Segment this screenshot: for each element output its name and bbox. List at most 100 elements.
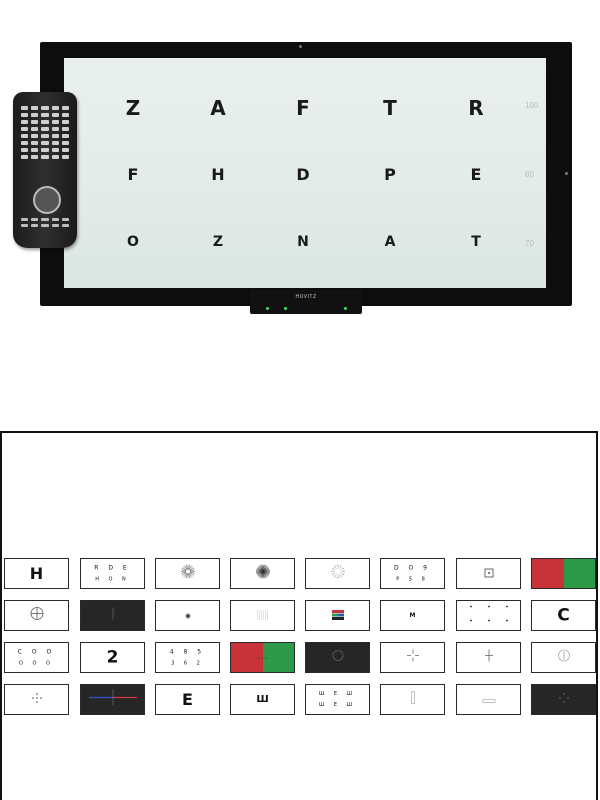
remote-key[interactable] [31,120,39,124]
chart-tile[interactable]: . . . [230,642,295,673]
remote-key[interactable] [31,127,39,131]
remote-key[interactable] [51,148,59,152]
chart-row-2: F H D P E 80 [64,165,546,205]
remote-key[interactable] [21,113,29,117]
chart-tile[interactable] [230,600,295,631]
chart-tile[interactable]: C O O O O O [4,642,69,673]
remote-key[interactable] [41,224,49,227]
remote-key[interactable] [51,155,59,159]
remote-key[interactable] [31,218,39,221]
tile-optotypes: Ш [231,694,294,705]
chart-tile[interactable] [456,558,521,589]
remote-control[interactable] [13,92,77,248]
remote-key[interactable] [21,141,29,145]
remote-key[interactable] [61,148,69,152]
remote-key[interactable] [21,148,29,152]
chart-tile[interactable]: M [380,600,445,631]
tile-label: 2 [106,647,119,667]
remote-key[interactable] [61,141,69,145]
dot-icon [184,607,192,625]
remote-key[interactable] [21,218,29,221]
remote-key[interactable] [31,134,39,138]
chart-tile[interactable] [531,684,596,715]
red-blue-line-icon [87,687,139,712]
remote-key[interactable] [51,141,59,145]
tile-sublabel: H O N [95,576,130,582]
side-indicator [565,172,568,175]
remote-key[interactable] [61,155,69,159]
chart-tile[interactable] [380,684,445,715]
chart-tile[interactable] [456,684,521,715]
remote-key[interactable] [61,113,69,117]
chart-tile[interactable] [155,600,220,631]
remote-key[interactable] [61,106,69,110]
remote-key[interactable] [51,127,59,131]
remote-key[interactable] [21,134,29,138]
remote-key[interactable] [21,155,29,159]
chart-tile[interactable]: E [155,684,220,715]
remote-key[interactable] [31,224,39,227]
remote-key[interactable] [61,127,69,131]
remote-lower-keys[interactable] [21,218,69,227]
chart-tile[interactable]: 4 8 5 3 6 2 [155,642,220,673]
chart-tile[interactable] [4,684,69,715]
remote-key[interactable] [51,120,59,124]
tile-optotypes: H [5,565,68,582]
remote-key[interactable] [41,155,49,159]
sensor-dot [299,45,302,48]
tile-label: M [409,611,416,619]
remote-key[interactable] [21,127,29,131]
remote-key[interactable] [41,141,49,145]
tile-optotypes: C [532,607,595,624]
remote-key[interactable] [51,106,59,110]
remote-key[interactable] [61,134,69,138]
chart-tile[interactable] [4,600,69,631]
chart-tile[interactable] [456,642,521,673]
remote-key[interactable] [21,106,29,110]
remote-key[interactable] [61,218,69,221]
chart-tile[interactable]: Ш E Ш Ш E Ш [305,684,370,715]
remote-key[interactable] [21,224,29,227]
chart-tile[interactable] [531,558,596,589]
remote-key[interactable] [51,218,59,221]
dark-ring-icon [331,648,345,667]
chart-tile[interactable]: H [4,558,69,589]
chart-tile[interactable] [305,558,370,589]
remote-key[interactable] [61,120,69,124]
remote-key[interactable] [31,155,39,159]
chart-tile[interactable] [305,642,370,673]
remote-key[interactable] [41,120,49,124]
remote-key[interactable] [51,113,59,117]
remote-key[interactable] [31,106,39,110]
chart-tile[interactable] [531,642,596,673]
remote-key[interactable] [41,218,49,221]
chart-tile[interactable] [380,642,445,673]
remote-key[interactable] [41,127,49,131]
chart-tile[interactable]: 2 [80,642,145,673]
remote-keypad[interactable] [21,106,69,159]
chart-tile[interactable]: Ш [230,684,295,715]
remote-key[interactable] [21,120,29,124]
remote-key[interactable] [61,224,69,227]
remote-dpad-icon[interactable] [33,186,61,214]
remote-key[interactable] [31,141,39,145]
remote-key[interactable] [41,134,49,138]
remote-key[interactable] [51,224,59,227]
chart-tile[interactable] [305,600,370,631]
chart-tile[interactable]: R D E H O N [80,558,145,589]
chart-tile[interactable] [80,600,145,631]
chart-tile[interactable] [230,558,295,589]
remote-key[interactable] [51,134,59,138]
remote-key[interactable] [41,113,49,117]
chart-letter: H [211,165,225,184]
remote-key[interactable] [41,148,49,152]
chart-tile[interactable]: C [531,600,596,631]
chart-tile[interactable] [155,558,220,589]
remote-key[interactable] [31,113,39,117]
remote-key[interactable] [31,148,39,152]
acuity-value: 80 [525,170,534,179]
chart-tile[interactable] [80,684,145,715]
remote-key[interactable] [41,106,49,110]
chart-tile[interactable] [456,600,521,631]
chart-tile[interactable]: D O 9 P 5 8 [380,558,445,589]
